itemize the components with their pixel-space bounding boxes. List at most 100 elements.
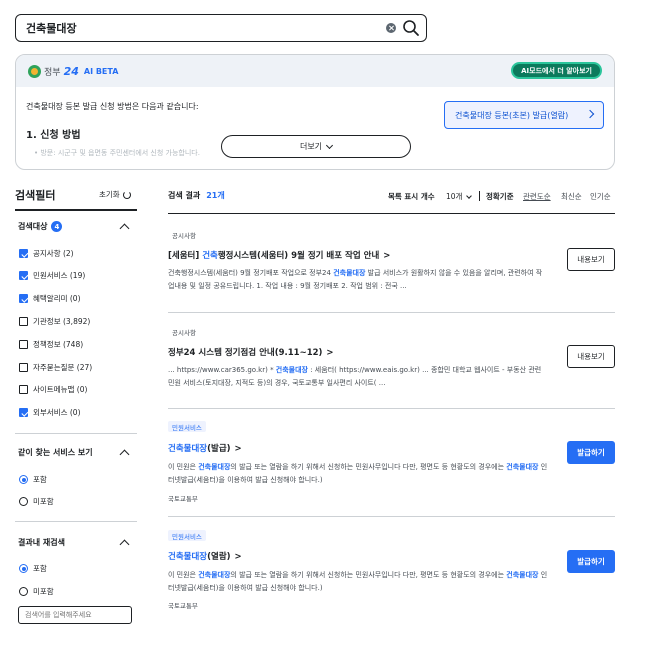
checkbox-label: 공지사항 (2) xyxy=(33,249,74,258)
issue-button[interactable]: 발급하기 xyxy=(567,441,615,464)
more-button-label: 더보기 xyxy=(299,142,323,151)
result-divider xyxy=(168,408,615,409)
title-text: (발급) xyxy=(207,444,231,454)
title-highlight: 건축물대장 xyxy=(168,552,208,562)
title-text: 행정시스템(세움터) 9월 정기 배포 작업 안내 xyxy=(217,251,380,261)
filter-divider xyxy=(15,209,137,211)
checkbox-icon[interactable] xyxy=(19,385,28,394)
ai-heading: 1. 신청 방법 xyxy=(26,130,81,141)
radio-research-exclude[interactable]: 미포함 xyxy=(19,586,54,597)
desc-text: 이 민원은 xyxy=(168,571,199,579)
chevron-right-icon: > xyxy=(234,552,242,562)
checkbox-policy[interactable]: 정책정보 (748) xyxy=(19,339,83,350)
results-divider xyxy=(168,213,615,214)
clear-icon[interactable] xyxy=(386,23,396,33)
title-highlight: 건축물대장 xyxy=(168,444,208,454)
result-category: 공시사항 xyxy=(172,232,196,240)
radio-icon[interactable] xyxy=(19,564,28,573)
chevron-up-icon[interactable] xyxy=(119,449,130,460)
checkbox-agency[interactable]: 기관정보 (3,892) xyxy=(19,316,90,327)
desc-highlight: 건축물대장 xyxy=(198,571,231,579)
filter-group-title-related[interactable]: 같이 찾는 서비스 보기 xyxy=(18,447,93,458)
result-title-link[interactable]: 건축물대장(열람) > xyxy=(168,550,242,562)
sort-latest[interactable]: 최신순 xyxy=(561,191,582,202)
radio-icon[interactable] xyxy=(19,587,28,596)
ai-brand-text: 정부 xyxy=(44,67,61,78)
radio-label: 미포함 xyxy=(33,497,54,506)
checkbox-sitemap[interactable]: 사이트메뉴맵 (0) xyxy=(19,384,87,395)
checkbox-civil-service[interactable]: 민원서비스 (19) xyxy=(19,270,85,281)
selected-count-badge: 4 xyxy=(51,221,63,232)
desc-highlight: 건축물대장 xyxy=(506,463,539,471)
checkbox-icon[interactable] xyxy=(19,249,28,258)
radio-research-include[interactable]: 포함 xyxy=(19,563,47,574)
sort-separator xyxy=(479,191,480,201)
ai-intro-text: 건축물대장 등본 발급 신청 방법은 다음과 같습니다: xyxy=(26,102,199,111)
radio-icon[interactable] xyxy=(19,475,28,484)
ai-panel-header: 정부 24 AI BETA AI모드에서 더 알아보기 xyxy=(16,55,614,87)
chevron-up-icon[interactable] xyxy=(119,539,130,550)
checkbox-faq[interactable]: 자주묻는질문 (27) xyxy=(19,362,92,373)
desc-highlight: 건축물대장 xyxy=(275,366,308,374)
desc-highlight: 건축물대장 xyxy=(506,571,539,579)
per-page-select[interactable]: 10개 xyxy=(446,191,473,202)
checkbox-label: 자주묻는질문 (27) xyxy=(33,363,93,372)
checkbox-benefit[interactable]: 혜택알리미 (0) xyxy=(19,293,81,304)
view-content-button[interactable]: 내용보기 xyxy=(567,248,615,271)
reset-label: 초기화 xyxy=(99,190,120,199)
checkbox-notice[interactable]: 공지사항 (2) xyxy=(19,248,74,259)
more-button[interactable]: 더보기 xyxy=(221,135,411,158)
desc-text: 의 발급 또는 열람을 하기 위해서 신청하는 민원사무입니다 다만, 평면도 … xyxy=(230,463,507,471)
result-title-link[interactable]: 정부24 시스템 정기점검 안내(9.11~12) > xyxy=(168,346,334,358)
checkbox-icon[interactable] xyxy=(19,340,28,349)
sort-popular[interactable]: 인기순 xyxy=(590,191,611,202)
per-page-label: 목록 표시 개수 xyxy=(388,192,435,201)
issue-button[interactable]: 발급하기 xyxy=(567,550,615,573)
ai-faded-text: • 방문: 시군구 및 읍면동 주민센터에서 신청 가능합니다. xyxy=(34,149,200,157)
result-title-link[interactable]: 건축물대장(발급) > xyxy=(168,442,242,454)
filter-group-label: 검색대상 xyxy=(18,222,48,231)
title-text: 정부24 시스템 정기점검 안내(9.11~12) xyxy=(168,348,323,358)
ai-service-link-label: 건축물대장 등본(초본) 발급(열람) xyxy=(455,110,569,120)
view-content-button[interactable]: 내용보기 xyxy=(567,345,615,368)
radio-related-exclude[interactable]: 미포함 xyxy=(19,496,54,507)
sort-relevance[interactable]: 관련도순 xyxy=(523,191,551,202)
research-input[interactable] xyxy=(18,606,132,624)
checkbox-icon[interactable] xyxy=(19,271,28,280)
title-text: [세움터] xyxy=(168,251,203,261)
per-page-value: 10개 xyxy=(446,192,463,201)
ai-service-link-button[interactable]: 건축물대장 등본(초본) 발급(열람) xyxy=(444,101,604,129)
checkbox-icon[interactable] xyxy=(19,408,28,417)
reset-button[interactable]: 초기화 xyxy=(99,189,131,200)
search-input[interactable] xyxy=(26,20,376,36)
results-label: 검색 결과 xyxy=(168,191,201,200)
checkbox-label: 민원서비스 (19) xyxy=(33,271,86,280)
filter-group-title-target[interactable]: 검색대상 4 xyxy=(18,221,63,232)
sort-accuracy[interactable]: 정확기준 xyxy=(486,191,514,202)
gov24-logo-icon xyxy=(28,64,41,78)
checkbox-icon[interactable] xyxy=(19,363,28,372)
result-description: 이 민원은 건축물대장의 발급 또는 열람을 하기 위해서 신청하는 민원사무입… xyxy=(168,461,548,487)
result-category: 공시사항 xyxy=(172,329,196,337)
radio-icon[interactable] xyxy=(19,497,28,506)
title-text: (열람) xyxy=(207,552,231,562)
result-title-link[interactable]: [세움터] 건축행정시스템(세움터) 9월 정기 배포 작업 안내 > xyxy=(168,249,390,261)
title-highlight: 건축 xyxy=(202,251,218,261)
refresh-icon xyxy=(122,190,131,199)
radio-label: 포함 xyxy=(33,475,47,484)
ai-mode-button[interactable]: AI모드에서 더 알아보기 xyxy=(511,62,602,79)
search-icon[interactable] xyxy=(402,19,420,37)
checkbox-icon[interactable] xyxy=(19,317,28,326)
results-count: 21개 xyxy=(206,191,225,200)
chevron-right-icon: > xyxy=(234,444,242,454)
checkbox-icon[interactable] xyxy=(19,294,28,303)
checkbox-label: 혜택알리미 (0) xyxy=(33,294,81,303)
filter-group-title-research[interactable]: 결과내 재검색 xyxy=(18,537,65,548)
checkbox-external[interactable]: 외부서비스 (0) xyxy=(19,407,81,418)
result-divider xyxy=(168,516,615,517)
chevron-down-icon xyxy=(466,192,473,199)
radio-related-include[interactable]: 포함 xyxy=(19,474,47,485)
chevron-up-icon[interactable] xyxy=(119,223,130,234)
desc-highlight: 건축물대장 xyxy=(198,463,231,471)
desc-text: 건축행정시스템(세움터) 9월 정기배포 작업으로 정부24 xyxy=(168,269,334,277)
